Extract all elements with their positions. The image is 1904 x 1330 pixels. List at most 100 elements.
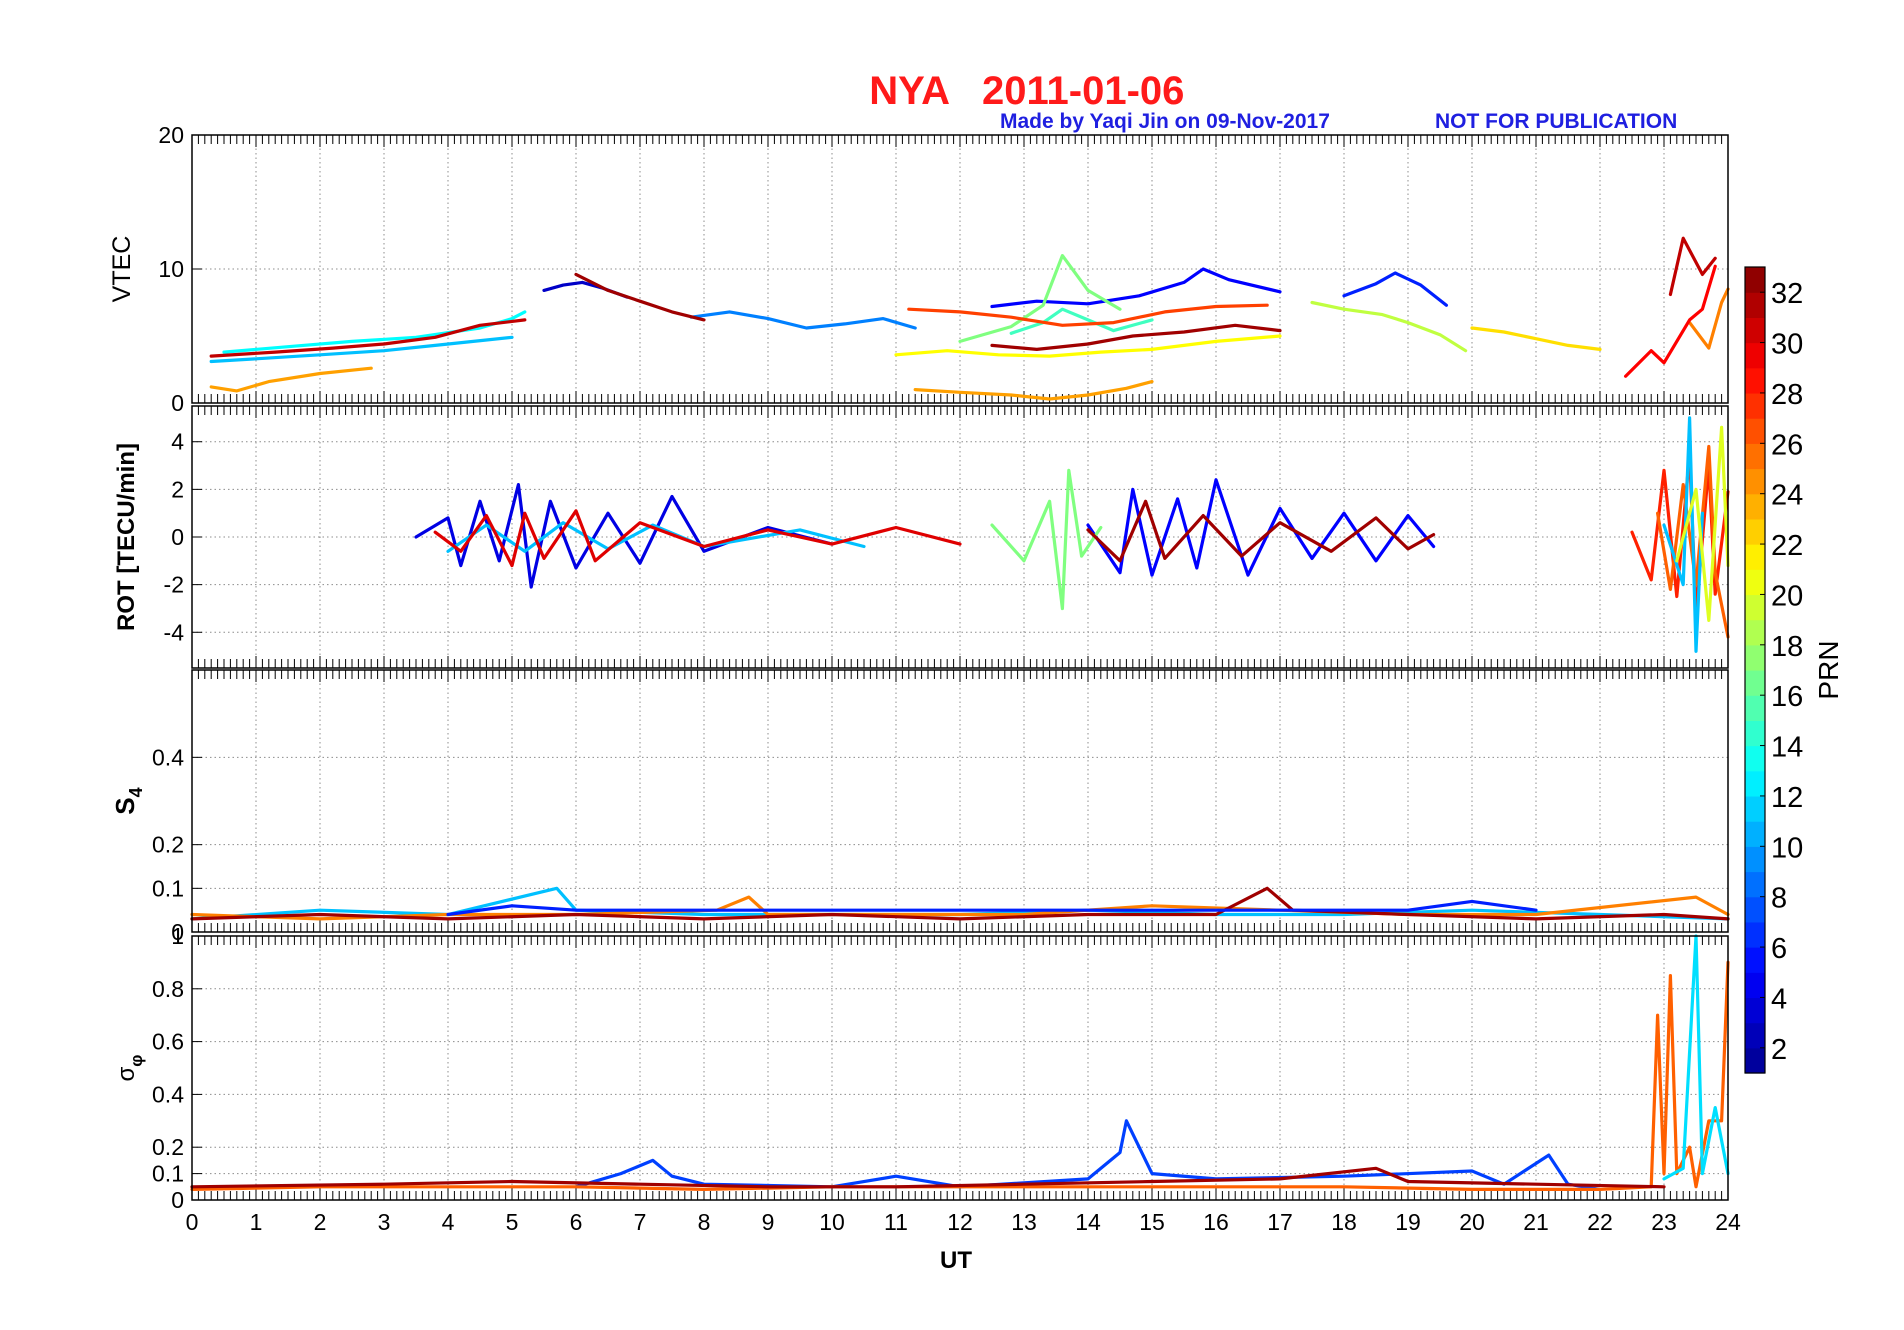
y-tick-label: 0.2: [152, 1134, 184, 1160]
colorbar-segment: [1745, 972, 1765, 999]
figure: NYA 2011-01-06 Made by Yaqi Jin on 09-No…: [108, 69, 1844, 1274]
y-tick-label: 0.2: [152, 832, 184, 858]
x-tick-label: 9: [762, 1209, 775, 1235]
sigma-phi-grid: [192, 936, 1728, 1200]
x-tick-label: 19: [1395, 1209, 1421, 1235]
colorbar-segment: [1745, 871, 1765, 898]
x-tick-label: 11: [884, 1209, 908, 1235]
y-tick-label: 0.4: [152, 744, 184, 770]
panel-s4: 00.10.20.4S4: [110, 669, 1730, 945]
colorbar-segment: [1745, 544, 1765, 570]
series-prn-24: [209, 366, 373, 393]
series-prn-3: [542, 280, 629, 299]
colorbar-segment: [1745, 392, 1765, 419]
x-tick-label: 7: [634, 1209, 647, 1235]
series-prn-24: [913, 380, 1154, 401]
series-prn-22: [1470, 326, 1602, 351]
colorbar-tick-label: 22: [1771, 530, 1803, 562]
x-tick-label: 22: [1587, 1209, 1613, 1235]
x-tick-label: 8: [698, 1209, 711, 1235]
series-prn-5: [990, 267, 1282, 309]
panel-sigma-phi: 00.10.2 0.4 0.6 0.8 1 σφ: [113, 923, 1730, 1213]
s4-grid: [192, 670, 1728, 932]
x-axis: UT 0 1 2 3 4 5 6 7 8 9 10 11 12 13 14 15 16 17 18 19 20 21 22 2…: [186, 1209, 1741, 1274]
colorbar-segment: [1745, 997, 1765, 1024]
y-axis-label: VTEC: [108, 236, 136, 303]
x-tick-label: 23: [1651, 1209, 1677, 1235]
colorbar-segment: [1745, 1022, 1765, 1049]
x-tick-label: 2: [314, 1209, 327, 1235]
colorbar-tick-label: 6: [1771, 933, 1787, 965]
colorbar-segment: [1745, 896, 1765, 923]
colorbar-segment: [1745, 619, 1765, 646]
y-tick-label: 0: [171, 1187, 184, 1213]
colorbar-segment: [1745, 317, 1765, 344]
y-axis-label: ROT [TECU/min]: [113, 443, 140, 631]
x-tick-label: 15: [1139, 1209, 1165, 1235]
x-tick-label: 24: [1715, 1209, 1741, 1235]
colorbar-segment: [1745, 594, 1765, 621]
y-tick-label: 4: [171, 429, 184, 455]
x-tick-label: 20: [1459, 1209, 1485, 1235]
series-prn-9: [689, 310, 917, 330]
colorbar-tick-label: 16: [1771, 681, 1803, 713]
x-tick-label: 21: [1523, 1209, 1549, 1235]
colorbar-tick-label: 14: [1771, 732, 1803, 764]
station-title: NYA: [869, 69, 950, 113]
rot-series: [414, 416, 1730, 653]
y-axis-label: σφ: [113, 1055, 146, 1082]
x-tick-label: 0: [186, 1209, 199, 1235]
colorbar-segment: [1745, 745, 1765, 772]
y-tick-label: 0.1: [152, 875, 184, 901]
colorbar-tick-label: 20: [1771, 580, 1803, 612]
x-tick-label: 4: [442, 1209, 455, 1235]
y-tick-label: 2: [171, 476, 184, 502]
x-tick-label: 6: [570, 1209, 583, 1235]
series-prn-19: [1310, 300, 1468, 353]
panels: 01020VTEC-4-2024ROT [TECU/min]00.10.20.4…: [108, 122, 1730, 1213]
colorbar-segment: [1745, 342, 1765, 369]
y-tick-label: 0.8: [152, 976, 184, 1002]
panel-vtec: 0 10 20 VTEC: [108, 122, 1730, 416]
y-tick-label: 20: [158, 122, 184, 148]
colorbar-segment: [1745, 267, 1765, 293]
colorbar-segment: [1745, 367, 1765, 394]
series-prn-17: [990, 468, 1103, 611]
x-tick-label: 10: [819, 1209, 845, 1235]
colorbar-segment: [1745, 695, 1765, 721]
y-tick-label: -4: [164, 619, 185, 645]
y-tick-label: 0.4: [152, 1081, 184, 1107]
credit-text: Made by Yaqi Jin on 09-Nov-2017: [1000, 110, 1330, 133]
colorbar-tick-label: 12: [1771, 782, 1803, 814]
y-tick-label: 0.6: [152, 1029, 184, 1055]
y-tick-label: 0: [171, 390, 184, 416]
series-prn-17: [958, 254, 1122, 343]
colorbar-segment: [1745, 569, 1765, 596]
colorbar-segment: [1745, 795, 1765, 822]
series-prn-5: [1086, 478, 1436, 577]
colorbar-segment: [1745, 921, 1765, 948]
colorbar-tick-label: 24: [1771, 480, 1803, 512]
x-tick-label: 1: [250, 1209, 263, 1235]
colorbar-tick-label: 4: [1771, 983, 1787, 1015]
series-prn-25: [1687, 287, 1730, 350]
y-tick-label: 10: [158, 256, 184, 282]
colorbar-segment: [1745, 670, 1765, 696]
colorbar-segment: [1745, 770, 1765, 797]
panel-rot: -4 -2 0 2 4 ROT [TECU/min]: [113, 405, 1730, 669]
x-tick-label: 12: [947, 1209, 973, 1235]
colorbar-segment: [1745, 644, 1765, 671]
colorbar-segment: [1745, 443, 1765, 470]
x-tick-label: 17: [1267, 1209, 1293, 1235]
vtec-series: [209, 236, 1730, 401]
colorbar-tick-label: 2: [1771, 1034, 1787, 1066]
series-prn-29: [1623, 264, 1717, 378]
colorbar-segment: [1745, 418, 1765, 444]
series-prn-32: [990, 323, 1282, 351]
colorbar-segment: [1745, 846, 1765, 873]
colorbar: PRN 2468101214161820222426283032: [1744, 266, 1844, 1074]
colorbar-tick-label: 28: [1771, 379, 1803, 411]
y-tick-label: 0: [171, 524, 184, 550]
y-axis-label: S4: [110, 787, 146, 814]
y-tick-label: 0.1: [152, 1161, 184, 1187]
